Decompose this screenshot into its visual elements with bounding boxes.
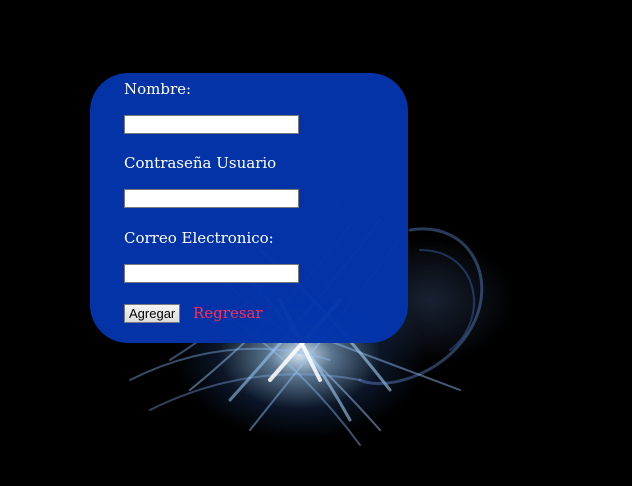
email-input[interactable] — [124, 264, 299, 283]
password-input[interactable] — [124, 189, 299, 208]
page-background: Nombre: Contraseña Usuario Correo Electr… — [0, 0, 632, 486]
name-input[interactable] — [124, 115, 299, 134]
email-label: Correo Electronico: — [124, 229, 274, 247]
name-label: Nombre: — [124, 80, 192, 98]
user-registration-form: Nombre: Contraseña Usuario Correo Electr… — [90, 73, 408, 343]
back-link[interactable]: Regresar — [193, 304, 263, 322]
password-label: Contraseña Usuario — [124, 154, 277, 172]
add-button[interactable]: Agregar — [124, 304, 181, 323]
